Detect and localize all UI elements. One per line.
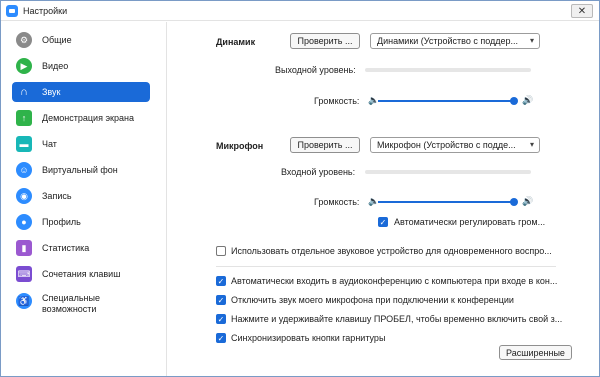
auto-adjust-volume-checkbox[interactable]: ✓ — [378, 217, 388, 227]
section-divider — [216, 266, 556, 267]
zoom-app-icon — [6, 4, 18, 17]
microphone-label: Микрофон — [216, 141, 264, 151]
auto-join-audio-label: Автоматически входить в аудиоконференцию… — [231, 276, 558, 286]
microphone-device-select[interactable]: Микрофон (Устройство с подде... ▾ — [370, 137, 540, 153]
gear-icon: ⚙ — [16, 32, 32, 48]
microphone-volume-thumb[interactable] — [510, 198, 518, 206]
sidebar-item-label: Сочетания клавиш — [42, 268, 121, 279]
sidebar-item-video[interactable]: ▶ Видео — [12, 56, 150, 76]
sync-headset-label: Синхронизировать кнопки гарнитуры — [231, 333, 386, 343]
speaker-high-icon: 🔊 — [522, 196, 534, 206]
speaker-device-select[interactable]: Динамики (Устройство с поддер... ▾ — [370, 33, 540, 49]
sidebar-item-audio[interactable]: ∩ Звук — [12, 82, 150, 102]
auto-adjust-volume-label: Автоматически регулировать гром... — [394, 217, 546, 227]
push-to-talk-label: Нажмите и удерживайте клавишу ПРОБЕЛ, чт… — [231, 314, 563, 324]
mute-on-join-checkbox[interactable]: ✓ — [216, 295, 226, 305]
sidebar-item-label: Специальные возможности — [42, 293, 100, 314]
statistics-icon: ▮ — [16, 240, 32, 256]
separate-device-checkbox[interactable] — [216, 246, 226, 256]
sidebar-item-screen-share[interactable]: ↑ Демонстрация экрана — [12, 108, 150, 128]
sidebar-item-virtual-background[interactable]: ☺ Виртуальный фон — [12, 160, 150, 180]
chevron-down-icon: ▾ — [529, 140, 534, 149]
sidebar-item-label: Видео — [42, 60, 69, 71]
separate-device-label: Использовать отдельное звуковое устройст… — [231, 246, 552, 256]
sidebar-item-label: Демонстрация экрана — [42, 112, 134, 123]
video-icon: ▶ — [16, 58, 32, 74]
test-microphone-button[interactable]: Проверить ... — [290, 137, 360, 153]
microphone-device-value: Микрофон (Устройство с подде... — [377, 140, 516, 150]
close-button[interactable]: ✕ — [571, 4, 593, 18]
microphone-volume-slider[interactable] — [378, 201, 515, 203]
input-level-label: Входной уровень: — [281, 167, 356, 177]
keyboard-icon: ⌨ — [16, 266, 32, 282]
speaker-volume-label: Громкость: — [314, 96, 360, 106]
sidebar-item-label: Общие — [42, 34, 72, 45]
title-bar: Настройки ✕ — [1, 1, 599, 21]
sidebar-item-label: Статистика — [42, 242, 90, 253]
chevron-down-icon: ▾ — [529, 36, 534, 45]
sidebar: ⚙ Общие ▶ Видео ∩ Звук ↑ Демонстрация эк… — [2, 22, 167, 376]
sidebar-item-general[interactable]: ⚙ Общие — [12, 30, 150, 50]
headphones-icon: ∩ — [20, 86, 28, 98]
speaker-volume-slider[interactable] — [378, 100, 515, 102]
share-screen-icon: ↑ — [16, 110, 32, 126]
output-level-label: Выходной уровень: — [275, 65, 356, 75]
push-to-talk-checkbox[interactable]: ✓ — [216, 314, 226, 324]
chat-icon: ▬ — [16, 136, 32, 152]
window-title: Настройки — [23, 5, 68, 16]
speaker-volume-thumb[interactable] — [510, 97, 518, 105]
sidebar-item-keyboard-shortcuts[interactable]: ⌨ Сочетания клавиш — [12, 264, 150, 284]
sync-headset-checkbox[interactable]: ✓ — [216, 333, 226, 343]
sidebar-item-accessibility[interactable]: ♿ Специальные возможности — [12, 291, 150, 317]
input-level-meter — [365, 170, 531, 174]
speaker-label: Динамик — [216, 37, 256, 47]
profile-icon: ● — [16, 214, 32, 230]
output-level-meter — [365, 68, 531, 72]
sidebar-item-label: Запись — [42, 190, 72, 201]
sidebar-item-statistics[interactable]: ▮ Статистика — [12, 238, 150, 258]
sidebar-item-label: Виртуальный фон — [42, 164, 118, 175]
record-icon: ◉ — [16, 188, 32, 204]
microphone-volume-label: Громкость: — [314, 197, 360, 207]
sidebar-item-label: Профиль — [42, 216, 81, 227]
sidebar-item-recording[interactable]: ◉ Запись — [12, 186, 150, 206]
auto-join-audio-checkbox[interactable]: ✓ — [216, 276, 226, 286]
settings-window: Настройки ✕ ⚙ Общие ▶ Видео ∩ Звук ↑ Дем… — [0, 0, 600, 377]
virtual-background-icon: ☺ — [16, 162, 32, 178]
sidebar-item-chat[interactable]: ▬ Чат — [12, 134, 150, 154]
advanced-button[interactable]: Расширенные — [499, 345, 572, 360]
sidebar-item-label: Чат — [42, 138, 57, 149]
sidebar-item-label: Звук — [42, 86, 61, 97]
sidebar-item-profile[interactable]: ● Профиль — [12, 212, 150, 232]
speaker-high-icon: 🔊 — [522, 95, 534, 105]
test-speaker-button[interactable]: Проверить ... — [290, 33, 360, 49]
audio-settings-panel: Динамик Проверить ... Динамики (Устройст… — [168, 22, 600, 376]
speaker-device-value: Динамики (Устройство с поддер... — [377, 36, 519, 46]
mute-on-join-label: Отключить звук моего микрофона при подкл… — [231, 295, 514, 305]
accessibility-icon: ♿ — [16, 293, 32, 309]
